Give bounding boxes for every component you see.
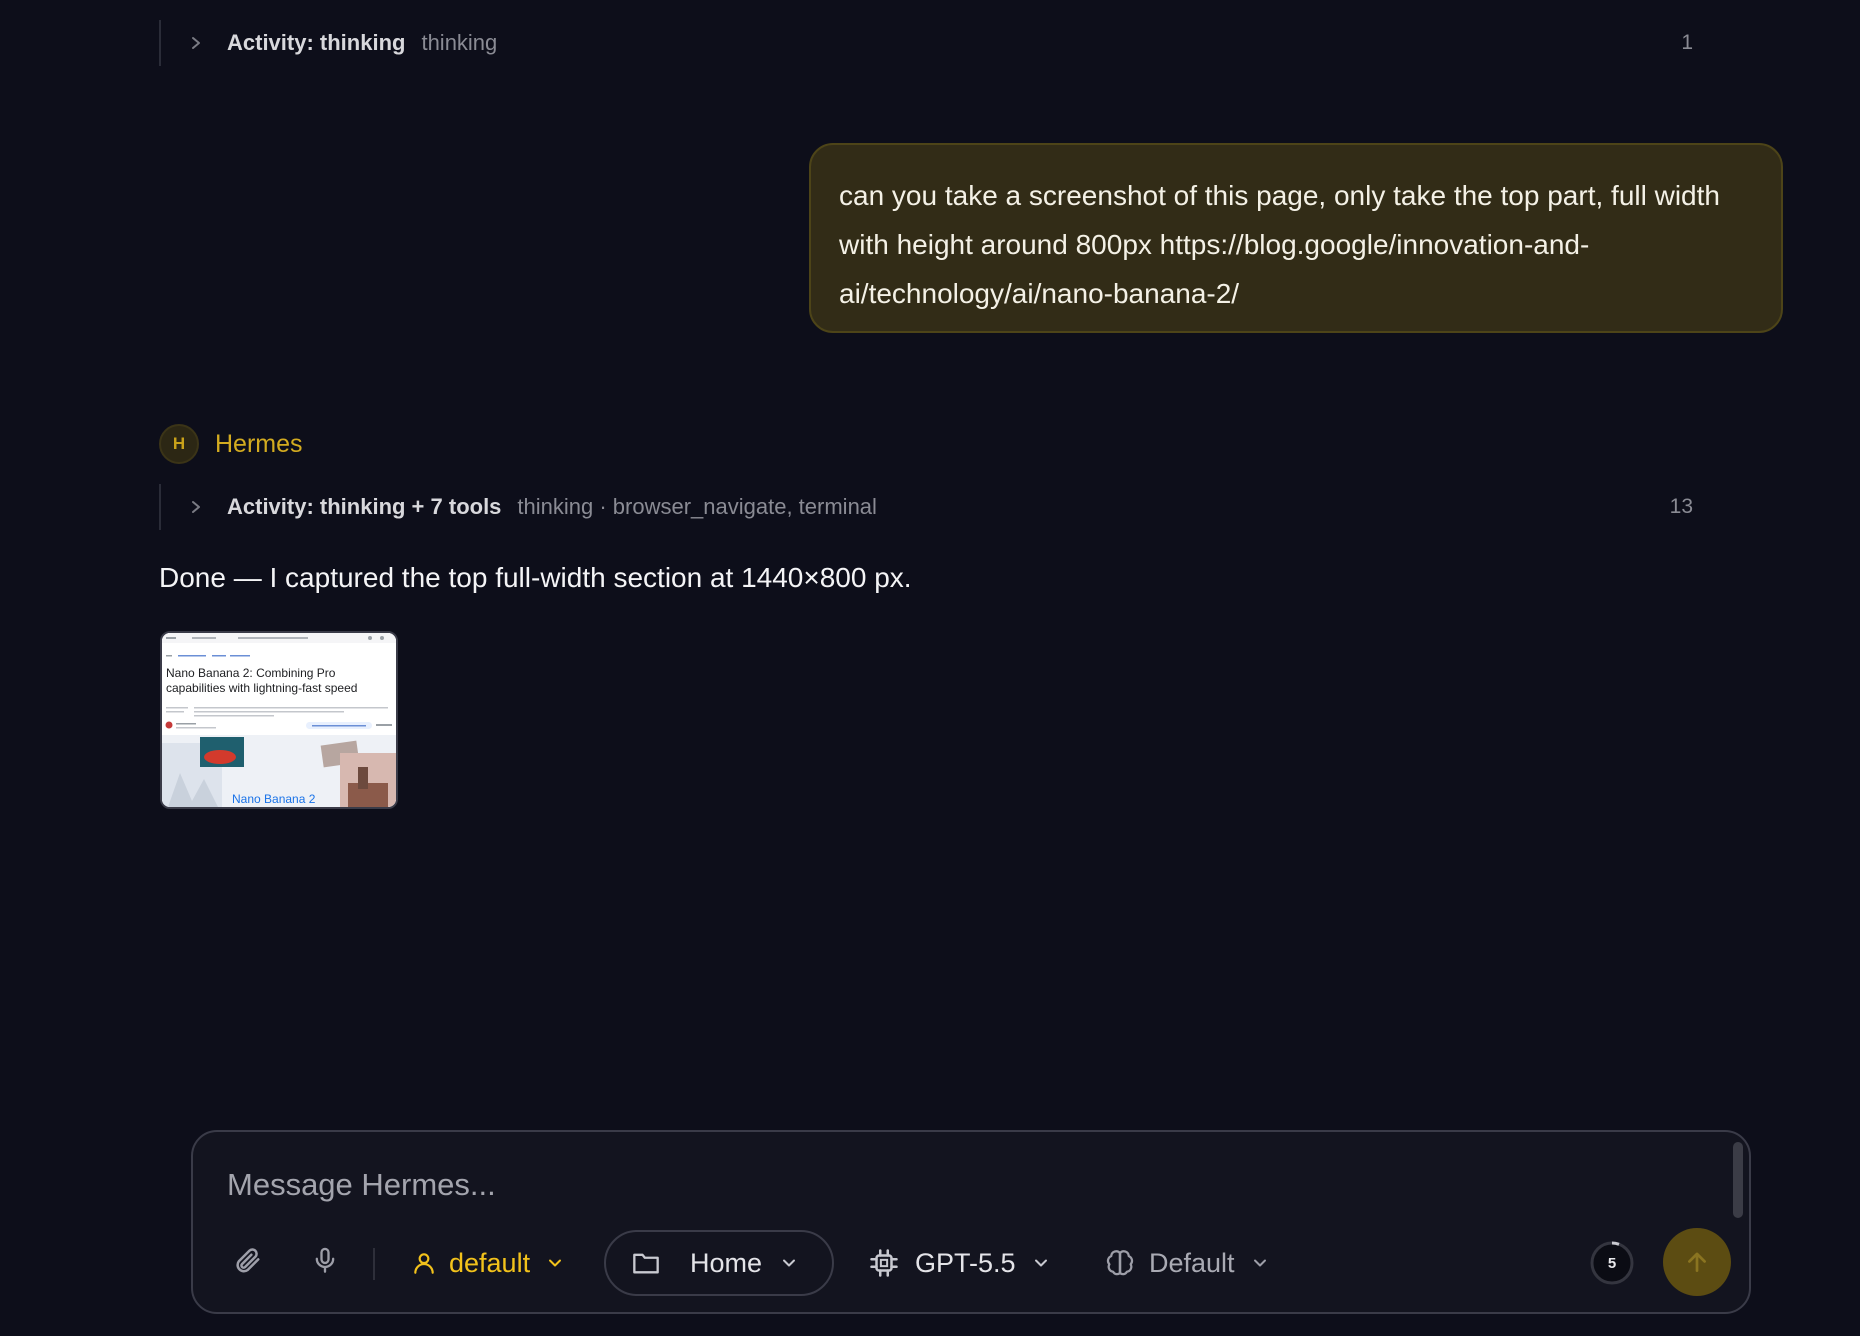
model-selector[interactable]: GPT-5.5 xyxy=(869,1240,1048,1286)
activity-subtitle: thinking · browser_navigate, terminal xyxy=(517,494,877,519)
activity-summary-2[interactable]: Activity: thinking + 7 tools thinking · … xyxy=(159,484,1699,530)
activity-count: 13 xyxy=(1669,495,1693,518)
chevron-right-icon xyxy=(189,36,203,50)
folder-icon xyxy=(632,1250,660,1276)
context-usage-indicator[interactable]: 5 xyxy=(1589,1240,1635,1286)
voice-input-button[interactable] xyxy=(303,1240,347,1284)
model-label: GPT-5.5 xyxy=(915,1247,1016,1278)
profile-label: default xyxy=(449,1247,531,1278)
composer-scrollbar[interactable] xyxy=(1733,1142,1743,1218)
activity-summary-1[interactable]: Activity: thinking thinking 1 xyxy=(159,20,1699,66)
message-input[interactable] xyxy=(225,1160,1685,1210)
chip-icon xyxy=(869,1248,899,1278)
microphone-icon xyxy=(311,1244,339,1281)
reasoning-selector[interactable]: Default xyxy=(1105,1240,1267,1286)
activity-title: Activity: thinking xyxy=(227,30,406,55)
activity-count: 1 xyxy=(1681,31,1693,54)
send-button[interactable] xyxy=(1663,1228,1731,1296)
chevron-down-icon xyxy=(1253,1258,1267,1268)
chevron-right-icon xyxy=(189,500,203,514)
avatar: H xyxy=(159,424,199,464)
activity-subtitle: thinking xyxy=(421,30,498,55)
thumbnail-banner-text: Nano Banana 2 xyxy=(232,792,316,806)
reasoning-label: Default xyxy=(1149,1247,1235,1278)
toolbar-divider xyxy=(373,1248,375,1280)
chevron-down-icon xyxy=(782,1258,796,1268)
paperclip-icon xyxy=(232,1244,262,1281)
profile-selector[interactable]: default xyxy=(411,1240,562,1286)
thumbnail-preview: Nano Banana 2: Combining Pro capabilitie… xyxy=(162,633,396,807)
activity-title: Activity: thinking + 7 tools xyxy=(227,494,502,519)
screenshot-thumbnail[interactable]: Nano Banana 2: Combining Pro capabilitie… xyxy=(160,631,398,809)
user-icon xyxy=(411,1249,437,1277)
chevron-down-icon xyxy=(548,1258,562,1268)
folder-selector[interactable]: Home xyxy=(604,1230,834,1296)
chevron-down-icon xyxy=(1034,1258,1048,1268)
assistant-name: Hermes xyxy=(215,429,303,458)
context-count: 5 xyxy=(1608,1255,1616,1272)
folder-label: Home xyxy=(690,1247,763,1278)
user-message-bubble: can you take a screenshot of this page, … xyxy=(809,143,1783,333)
assistant-reply: Done — I captured the top full-width sec… xyxy=(159,562,912,593)
brain-icon xyxy=(1105,1248,1135,1278)
message-composer: default Home GPT-5.5 Default xyxy=(191,1130,1751,1314)
attach-button[interactable] xyxy=(225,1240,269,1284)
thumbnail-headline-1: Nano Banana 2: Combining Pro xyxy=(166,666,336,680)
thumbnail-headline-2: capabilities with lightning-fast speed xyxy=(166,681,357,695)
arrow-up-icon xyxy=(1684,1248,1710,1276)
assistant-header: H Hermes xyxy=(159,424,303,464)
